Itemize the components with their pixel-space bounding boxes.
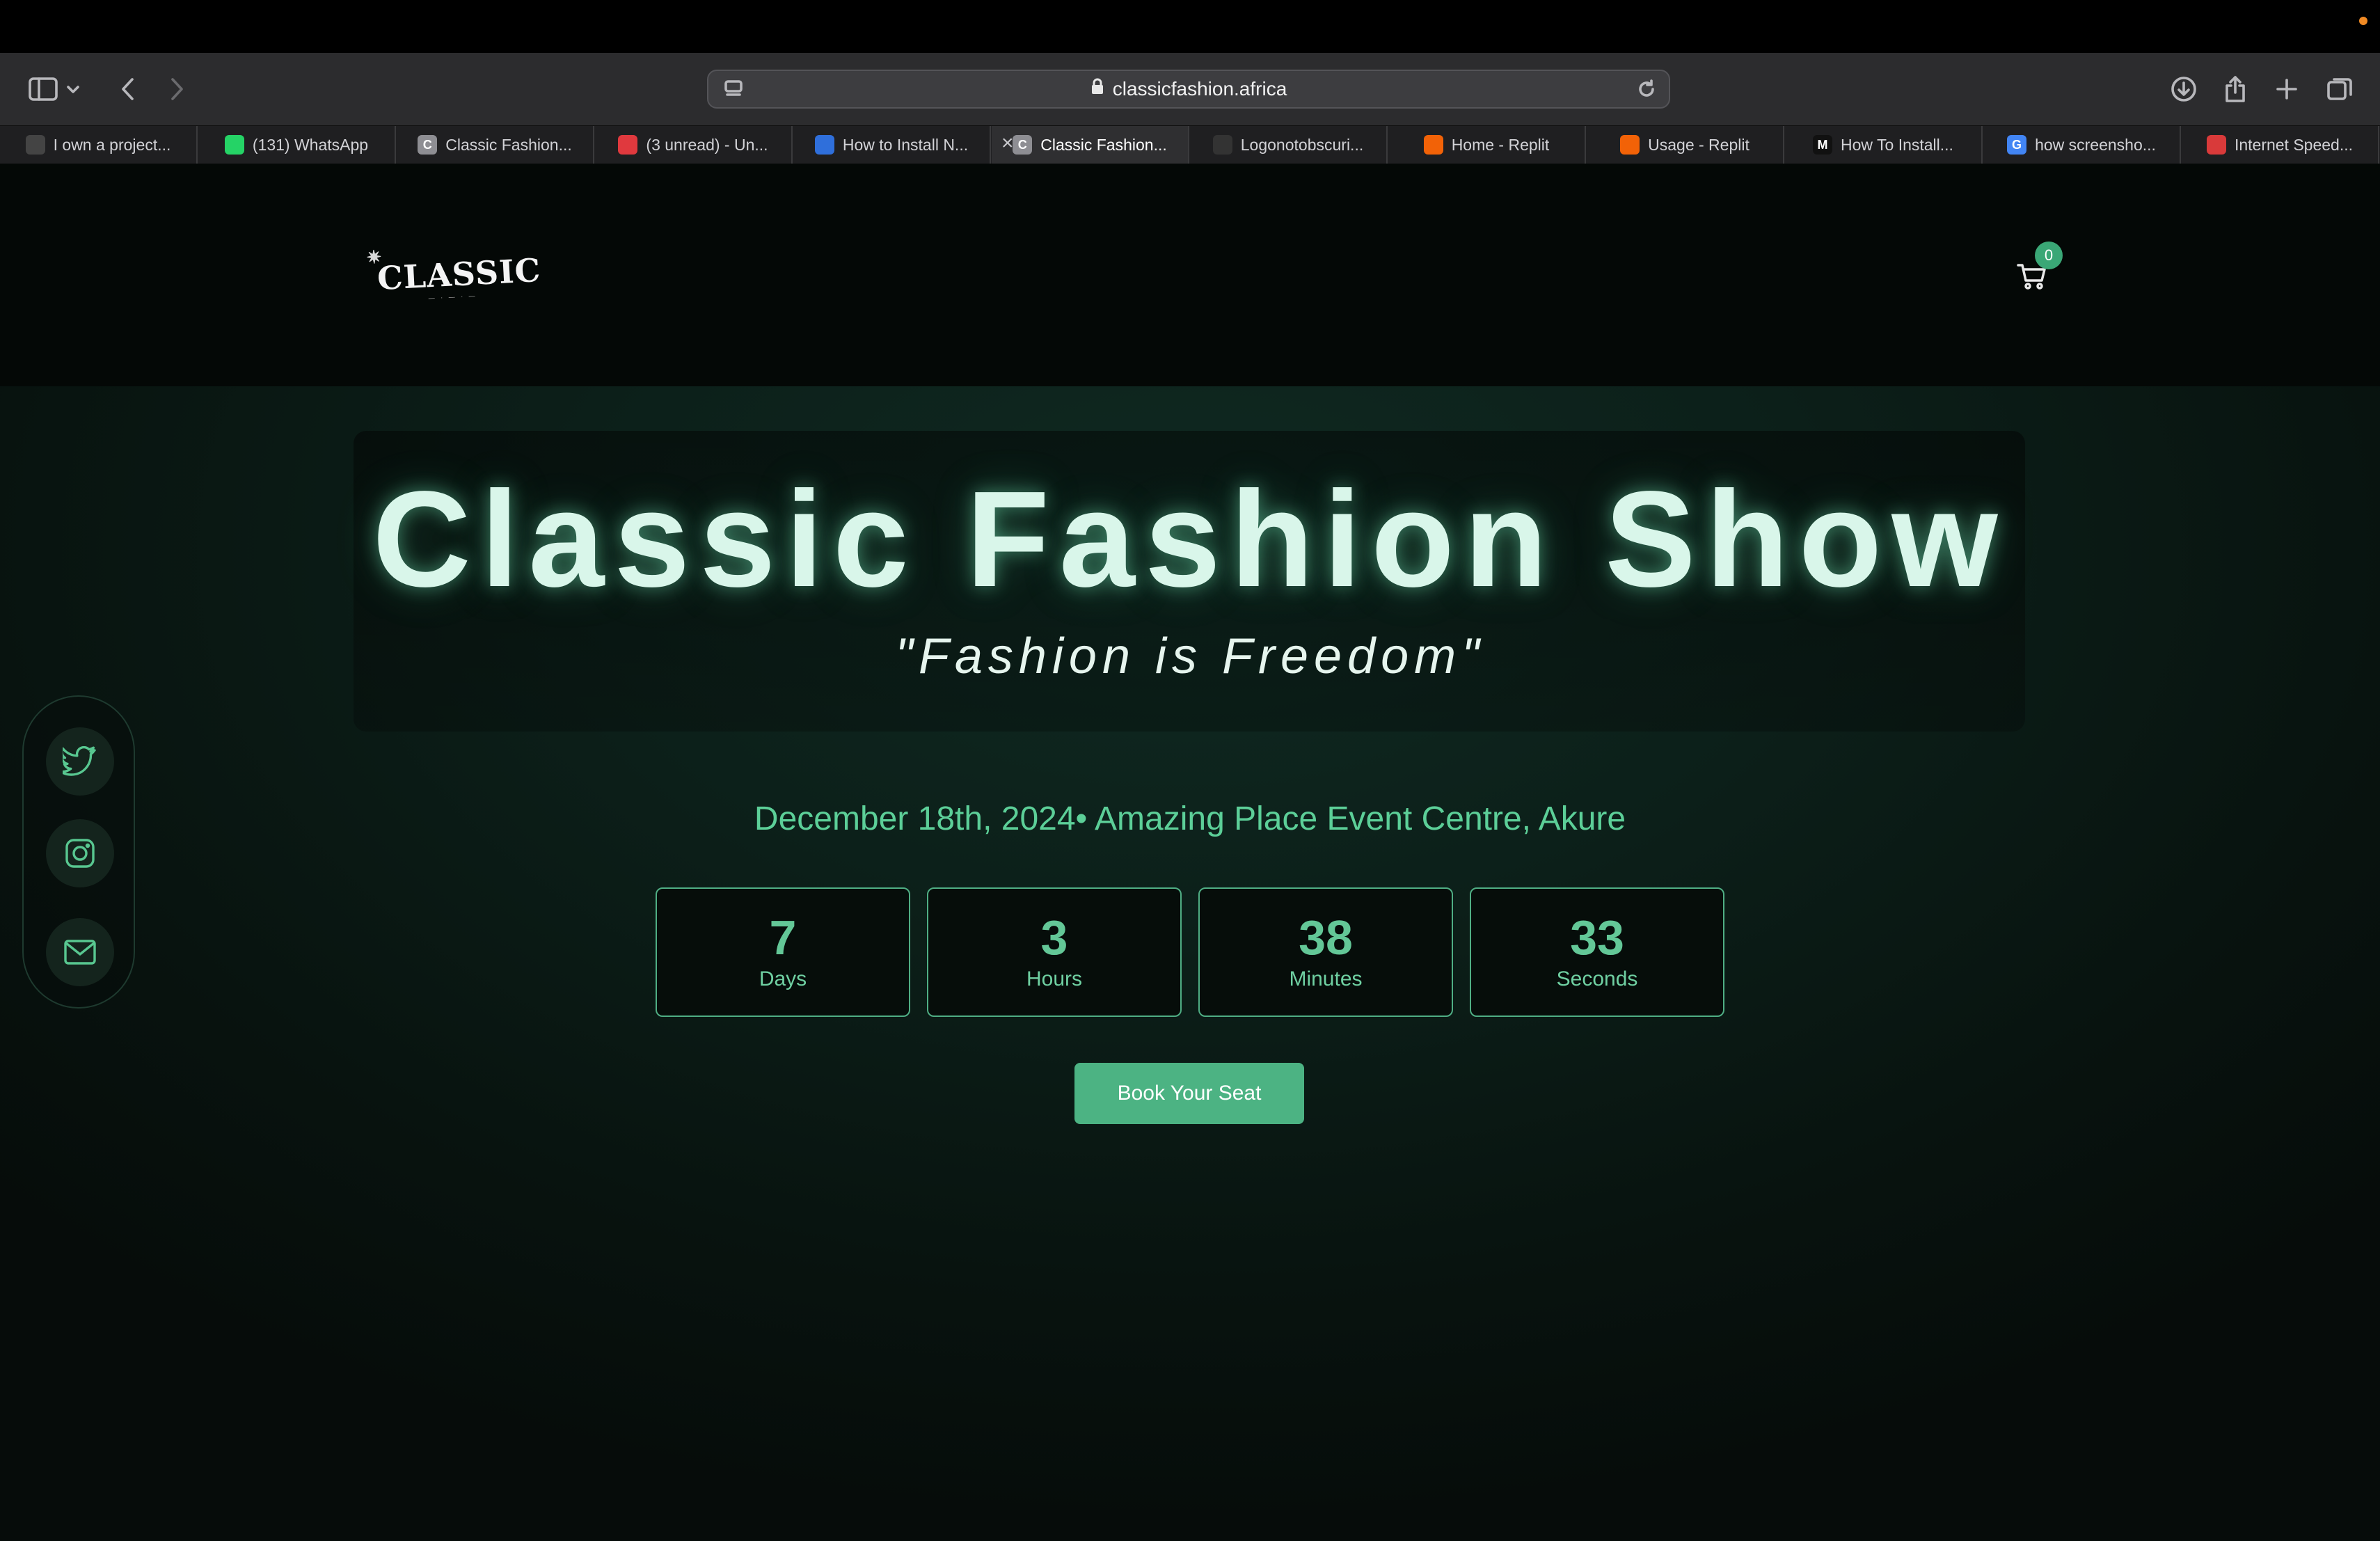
tab-label: Logonotobscuri... — [1240, 135, 1364, 154]
tab-label: How to Install N... — [842, 135, 969, 154]
browser-tab[interactable]: Usage - Replit — [1587, 126, 1784, 164]
countdown-value: 3 — [1040, 910, 1068, 965]
tab-favicon-icon: M — [1813, 135, 1833, 155]
social-links-rail — [22, 695, 135, 1009]
url-display[interactable]: classicfashion.africa — [708, 71, 1669, 107]
countdown-label: Hours — [1026, 967, 1083, 990]
countdown-value: 7 — [769, 910, 797, 965]
browser-tab[interactable]: Ghow screensho... — [1983, 126, 2181, 164]
countdown-value: 38 — [1299, 910, 1353, 965]
tab-label: Internet Speed... — [2234, 135, 2354, 154]
browser-tab[interactable]: (131) WhatsApp — [198, 126, 396, 164]
new-tab-icon[interactable] — [2269, 71, 2305, 107]
tab-favicon-icon: C — [1013, 135, 1033, 155]
tab-favicon-icon — [814, 135, 834, 155]
logo-crown-icon: ✷ — [365, 246, 383, 269]
tab-label: how screensho... — [2035, 135, 2156, 154]
countdown-label: Seconds — [1556, 967, 1638, 990]
share-icon[interactable] — [2217, 71, 2253, 107]
tab-bar: I own a project... (131) WhatsApp C Classic… — [0, 125, 2380, 164]
downloads-icon[interactable] — [2166, 71, 2202, 107]
tab-label: Classic Fashion... — [1040, 135, 1167, 154]
countdown-label: Days — [759, 967, 807, 990]
countdown-value: 33 — [1570, 910, 1624, 965]
countdown-hours: 3 Hours — [927, 887, 1182, 1017]
cart-count-badge: 0 — [2035, 242, 2063, 269]
web-page: ✷ CLASSIC — · — · — 0 Classic Fashion Sh… — [0, 164, 2380, 1541]
lock-icon — [1090, 70, 1104, 106]
reload-icon[interactable] — [1628, 71, 1665, 107]
tab-favicon-icon — [1423, 135, 1443, 155]
tab-favicon-icon: C — [418, 135, 438, 155]
browser-tab[interactable]: How to Install N... — [793, 126, 991, 164]
book-seat-button[interactable]: Book Your Seat — [1074, 1063, 1304, 1124]
tab-label: (3 unread) - Un... — [646, 135, 768, 154]
browser-tab[interactable]: Home - Replit — [1388, 126, 1586, 164]
back-arrow-icon[interactable] — [110, 71, 146, 107]
close-tab-icon[interactable]: × — [1001, 133, 1014, 154]
tab-label: Home - Replit — [1451, 135, 1550, 154]
browser-tab[interactable]: Logonotobscuri... — [1190, 126, 1388, 164]
event-details: December 18th, 2024• Amazing Place Event… — [754, 800, 1626, 837]
tab-label: I own a project... — [53, 135, 171, 154]
tab-favicon-icon — [618, 135, 638, 155]
tab-overview-icon[interactable] — [2322, 71, 2358, 107]
countdown-days: 7 Days — [656, 887, 910, 1017]
countdown-seconds: 33 Seconds — [1470, 887, 1724, 1017]
browser-tab[interactable]: M How To Install... — [1785, 126, 1983, 164]
tab-favicon-icon — [1212, 135, 1232, 155]
tab-label: Usage - Replit — [1648, 135, 1750, 154]
tab-label: Classic Fashion... — [445, 135, 572, 154]
tab-label: (131) WhatsApp — [252, 135, 369, 154]
tab-favicon-icon — [1620, 135, 1640, 155]
recording-indicator — [2359, 17, 2367, 25]
site-header: ✷ CLASSIC — · — · — 0 — [0, 164, 2380, 386]
address-bar[interactable]: classicfashion.africa — [707, 70, 1670, 109]
countdown-minutes: 38 Minutes — [1198, 887, 1453, 1017]
tab-favicon-icon — [25, 135, 45, 155]
forward-arrow-icon[interactable] — [159, 71, 195, 107]
tab-favicon-icon: G — [2007, 135, 2027, 155]
url-text: classicfashion.africa — [1112, 78, 1287, 100]
system-menubar — [0, 0, 2380, 53]
mail-icon[interactable] — [46, 918, 114, 986]
sidebar-toggle-icon[interactable] — [25, 71, 61, 107]
tab-favicon-icon — [2206, 135, 2226, 155]
tab-label: How To Install... — [1841, 135, 1953, 154]
browser-tab[interactable]: Internet Speed... — [2182, 126, 2379, 164]
twitter-icon[interactable] — [46, 727, 114, 796]
browser-tab[interactable]: (3 unread) - Un... — [595, 126, 793, 164]
browser-toolbar: classicfashion.africa — [0, 53, 2380, 125]
browser-tab[interactable]: × C Classic Fashion... — [992, 126, 1189, 164]
hero-tagline: "Fashion is Freedom" — [895, 629, 1485, 684]
instagram-icon[interactable] — [46, 819, 114, 887]
tab-favicon-icon — [224, 135, 244, 155]
browser-tab[interactable]: I own a project... — [0, 126, 198, 164]
browser-tab[interactable]: C Classic Fashion... — [397, 126, 594, 164]
countdown-label: Minutes — [1289, 967, 1363, 990]
hero-title: Classic Fashion Show — [372, 463, 2008, 615]
chevron-down-icon[interactable] — [63, 71, 84, 107]
site-logo[interactable]: ✷ CLASSIC — · — · — — [366, 247, 542, 302]
